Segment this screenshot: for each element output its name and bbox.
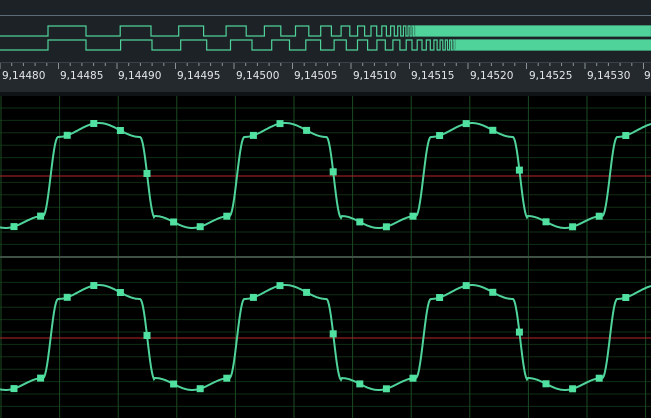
sample-marker [143,170,151,177]
overview-waveform [0,25,651,51]
overview-trace-2 [0,39,651,51]
ruler-tick-label: 9 [644,70,651,82]
sample-marker [143,332,151,339]
sample-marker [276,120,284,128]
sample-marker [382,223,390,231]
sample-marker [37,374,45,382]
sample-marker [63,293,71,301]
sample-marker [63,131,71,139]
ruler-tick-label: 9,14530 [587,70,631,82]
sample-marker [10,385,18,393]
sample-marker [515,328,523,336]
ruler-tick-label: 9,14500 [236,70,280,82]
ruler-tick-label: 9,14505 [294,70,338,82]
channel-1-plot[interactable] [0,96,651,256]
sample-marker [10,223,18,231]
ruler-tick-label: 9,14520 [470,70,514,82]
sample-marker [170,218,178,226]
channel-2-waveform [0,258,651,418]
sample-marker [622,294,630,301]
sample-marker [249,131,257,139]
sample-marker [249,293,257,301]
sample-marker [90,282,98,289]
sample-marker [329,168,337,176]
sample-marker [569,385,577,393]
sample-marker [462,120,470,128]
ruler-tick-label: 9,14515 [411,70,455,82]
sample-marker [303,288,311,296]
sample-marker [515,166,523,174]
sample-marker [542,218,550,226]
sample-marker [90,120,98,127]
analyzer-window: 9,14480 9,14485 9,14490 9,14495 9,14500 … [0,0,651,418]
ruler-tick-label: 9,14510 [353,70,397,82]
sample-marker [489,126,497,134]
overview-trace-1 [0,25,651,37]
sample-marker [37,212,45,220]
ruler-tick-label: 9,14495 [177,70,221,82]
sample-marker [489,288,497,296]
sample-marker [116,289,124,296]
sample-marker [595,374,603,382]
channel-2-plot[interactable] [0,258,651,418]
sample-marker [276,282,284,290]
ruler-tick-label: 9,14525 [529,70,573,82]
sample-marker [409,212,417,220]
sample-marker [303,126,311,134]
ruler-tick-label: 9,14485 [60,70,104,82]
sample-marker [196,223,204,231]
sample-marker [569,223,577,231]
sample-marker [356,380,364,388]
sample-marker [196,385,204,393]
sample-marker [382,385,390,393]
sample-marker [223,374,231,382]
channel-1-waveform [0,96,651,256]
sample-marker [622,132,630,139]
sample-marker [462,282,470,290]
time-ruler[interactable]: 9,14480 9,14485 9,14490 9,14495 9,14500 … [0,62,651,93]
sample-marker [542,380,550,388]
sample-marker [595,212,603,220]
sample-marker [356,218,364,226]
sample-marker [170,380,178,388]
ruler-tick-label: 9,14480 [2,70,46,82]
sample-marker [116,127,124,134]
sample-marker [329,330,337,338]
sample-marker [436,132,444,139]
sample-marker [409,374,417,382]
signal-overview-strip[interactable] [0,0,651,62]
sample-marker [436,294,444,301]
sample-marker [223,212,231,220]
ruler-tick-label: 9,14490 [118,70,162,82]
